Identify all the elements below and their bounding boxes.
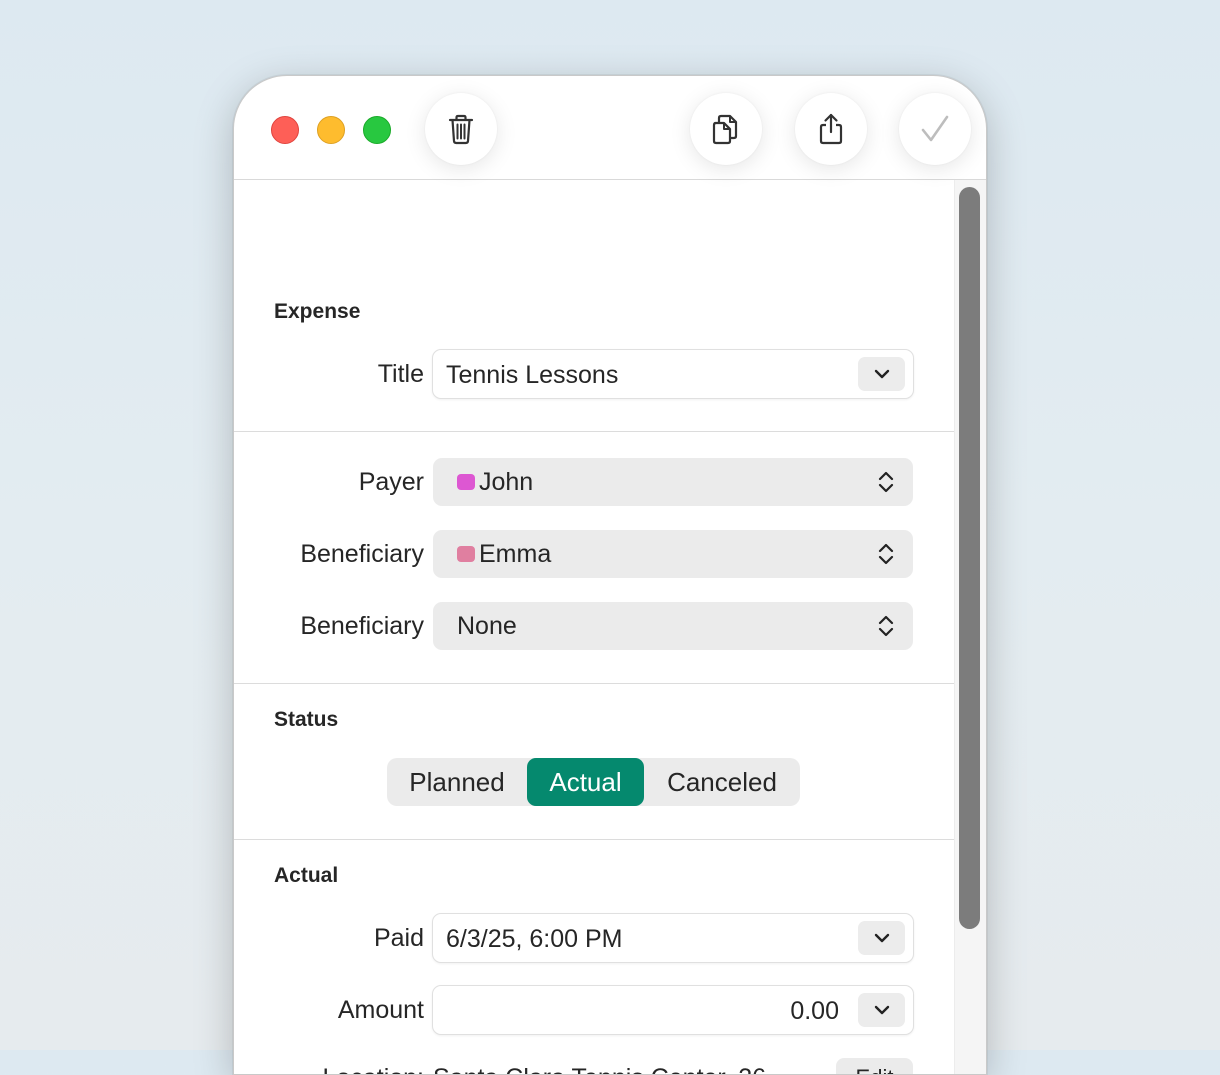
beneficiary-label: Beneficiary (300, 540, 424, 568)
payer-color-swatch (457, 474, 475, 490)
status-section-title: Status (274, 708, 339, 731)
payer-popup[interactable]: John (433, 458, 913, 506)
chevron-down-icon (874, 1005, 889, 1015)
delete-button[interactable] (425, 93, 497, 165)
checkmark-icon (921, 115, 949, 142)
paid-label: Paid (373, 924, 424, 952)
payer-value: John (479, 468, 534, 496)
chevron-down-icon (874, 933, 889, 943)
status-option-canceled[interactable]: Canceled (644, 758, 800, 806)
beneficiary-value: Emma (479, 540, 552, 568)
title-dropdown-button[interactable] (858, 357, 905, 391)
share-button[interactable] (795, 93, 867, 165)
paid-dropdown-button[interactable] (858, 921, 905, 955)
paid-date-field[interactable]: 6/3/25, 6:00 PM (432, 913, 914, 963)
beneficiary-label-2: Beneficiary (300, 612, 424, 640)
close-window-button[interactable] (271, 116, 299, 144)
section-divider (234, 431, 954, 432)
expense-section-title: Expense (274, 300, 361, 323)
title-label: Title (377, 360, 424, 388)
status-option-actual[interactable]: Actual (527, 758, 644, 806)
location-label: Location: (323, 1064, 424, 1074)
share-icon (819, 113, 843, 145)
duplicate-button[interactable] (690, 93, 762, 165)
title-value[interactable]: Tennis Lessons (446, 361, 618, 390)
title-combo-box[interactable]: Tennis Lessons (432, 349, 914, 399)
up-down-chevron-icon (878, 471, 894, 493)
beneficiary-popup[interactable]: Emma (433, 530, 913, 578)
amount-field[interactable]: 0.00 (432, 985, 914, 1035)
status-option-planned[interactable]: Planned (387, 758, 527, 806)
amount-dropdown-button[interactable] (858, 993, 905, 1027)
paid-value[interactable]: 6/3/25, 6:00 PM (446, 925, 623, 954)
beneficiary-value-2: None (457, 612, 517, 640)
up-down-chevron-icon (878, 615, 894, 637)
section-divider (234, 683, 954, 684)
section-divider (234, 839, 954, 840)
trash-icon (448, 114, 474, 145)
edit-location-button[interactable]: Edit (836, 1058, 913, 1074)
beneficiary-color-swatch (457, 546, 475, 562)
up-down-chevron-icon (878, 543, 894, 565)
zoom-window-button[interactable] (363, 116, 391, 144)
location-value: Santa Clara Tennis Center, 26... (433, 1064, 787, 1074)
beneficiary-popup-2[interactable]: None (433, 602, 913, 650)
minimize-window-button[interactable] (317, 116, 345, 144)
scrollbar-thumb[interactable] (959, 187, 980, 929)
form-content: Expense Title Tennis Lessons Payer John … (234, 180, 954, 1074)
chevron-down-icon (874, 369, 889, 379)
amount-value[interactable]: 0.00 (790, 997, 839, 1026)
duplicate-icon (712, 114, 738, 145)
done-button[interactable] (899, 93, 971, 165)
actual-section-title: Actual (274, 864, 339, 887)
payer-label: Payer (358, 468, 424, 496)
amount-label: Amount (337, 996, 424, 1024)
status-segmented-control: Planned Actual Canceled (387, 758, 800, 806)
expense-window: Expense Title Tennis Lessons Payer John … (233, 75, 987, 1075)
title-bar (234, 76, 986, 180)
